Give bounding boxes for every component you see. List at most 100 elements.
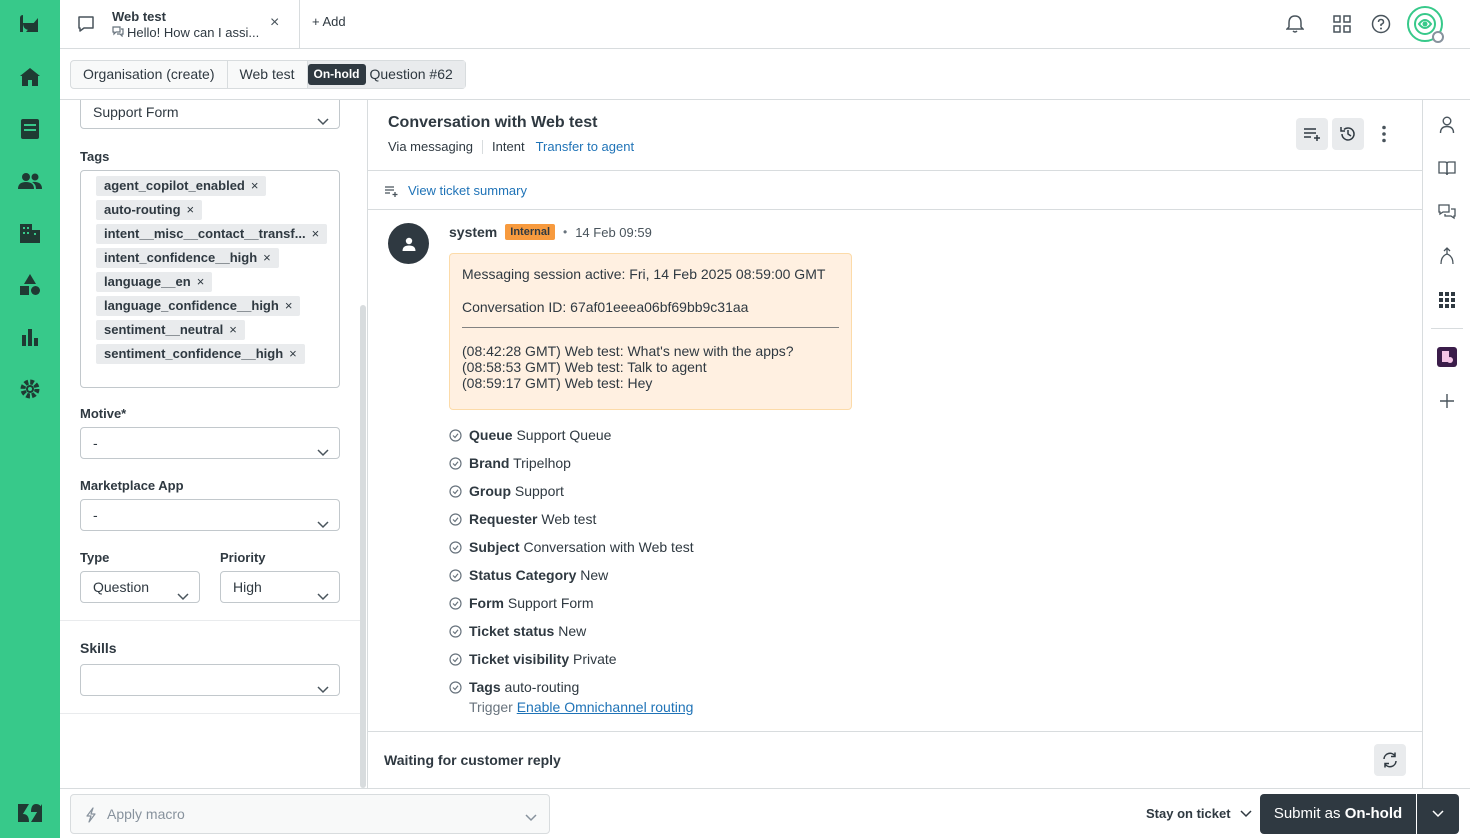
- help-icon[interactable]: [1369, 0, 1393, 48]
- submit-options-button[interactable]: [1417, 794, 1459, 834]
- message-header: system Internal • 14 Feb 09:59: [449, 224, 652, 240]
- apps-icon[interactable]: [1437, 290, 1457, 310]
- marketplace-select-value: -: [93, 507, 98, 523]
- submit-button[interactable]: Submit as On-hold: [1260, 794, 1416, 834]
- notifications-icon[interactable]: [1283, 0, 1307, 48]
- meta-separator: [482, 139, 484, 154]
- tag-remove-icon[interactable]: ×: [289, 346, 297, 361]
- organizations-icon[interactable]: [16, 219, 44, 247]
- views-icon[interactable]: [16, 115, 44, 143]
- product-tray-icon[interactable]: [1330, 0, 1354, 48]
- note-line: Messaging session active: Fri, 14 Feb 20…: [462, 266, 826, 282]
- tag-remove-icon[interactable]: ×: [312, 226, 320, 241]
- history-button[interactable]: [1332, 118, 1364, 150]
- motive-label: Motive*: [80, 406, 127, 421]
- note-divider: [462, 327, 839, 328]
- priority-select-value: High: [233, 579, 262, 595]
- add-icon[interactable]: [1437, 391, 1457, 411]
- top-bar: Web test Hello! How can I assi... × + Ad…: [60, 0, 1470, 49]
- skills-select[interactable]: [80, 664, 340, 696]
- stay-on-ticket-dropdown[interactable]: Stay on ticket: [1146, 806, 1252, 822]
- properties-scrollbar[interactable]: [360, 305, 366, 788]
- event-value: Support Form: [507, 595, 594, 611]
- summary-toggle-button[interactable]: [1296, 118, 1328, 150]
- tag: intent_confidence__high ×: [96, 248, 279, 268]
- event-value: Conversation with Web test: [523, 539, 694, 555]
- waiting-status-bar: Waiting for customer reply: [368, 731, 1422, 788]
- home-icon[interactable]: [16, 63, 44, 91]
- customers-icon[interactable]: [16, 167, 44, 195]
- section-divider: [60, 620, 360, 621]
- internal-note: Messaging session active: Fri, 14 Feb 20…: [449, 253, 852, 410]
- form-select-value: Support Form: [93, 104, 179, 120]
- conversations-icon[interactable]: [1437, 202, 1457, 222]
- transcript-line: (08:42:28 GMT) Web test: What's new with…: [462, 343, 794, 359]
- stay-on-ticket-label: Stay on ticket: [1146, 806, 1231, 821]
- motive-select-value: -: [93, 435, 98, 451]
- zendesk-logo-icon[interactable]: [16, 10, 44, 38]
- marketplace-label: Marketplace App: [80, 478, 184, 493]
- section-divider: [60, 713, 360, 714]
- ticket-summary-bar: View ticket summary: [368, 170, 1422, 210]
- event-value: Web test: [541, 511, 597, 527]
- note-line: Conversation ID: 67af01eeea06bf69bb9c31a…: [462, 299, 749, 315]
- check-circle-icon: [449, 513, 462, 529]
- app-integration-icon[interactable]: [1437, 347, 1457, 367]
- trigger-link[interactable]: Enable Omnichannel routing: [517, 699, 694, 715]
- breadcrumb-bar: Organisation (create) Web test On-hold Q…: [60, 49, 1470, 100]
- tag-remove-icon[interactable]: ×: [197, 274, 205, 289]
- tag: sentiment__neutral ×: [96, 320, 245, 340]
- user-avatar[interactable]: [1407, 6, 1444, 43]
- intent-value-link[interactable]: Transfer to agent: [536, 139, 635, 154]
- check-circle-icon: [449, 681, 462, 697]
- event-key: Tags: [469, 679, 501, 695]
- breadcrumb-requester[interactable]: Web test: [228, 61, 308, 88]
- tag: sentiment_confidence__high ×: [96, 344, 305, 364]
- more-options-icon[interactable]: [1374, 124, 1394, 147]
- breadcrumb-organisation[interactable]: Organisation (create): [71, 61, 228, 88]
- ticket-tab[interactable]: Web test Hello! How can I assi... ×: [60, 0, 300, 48]
- tag-remove-icon[interactable]: ×: [251, 178, 259, 193]
- submit-prefix: Submit as: [1273, 805, 1341, 822]
- chevron-down-icon: [317, 107, 329, 137]
- breadcrumb-ticket[interactable]: On-hold Question #62: [307, 61, 465, 88]
- event-key: Group: [469, 483, 511, 499]
- motive-select[interactable]: -: [80, 427, 340, 459]
- conversation-meta: Via messaging Intent Transfer to agent: [388, 139, 634, 154]
- tag-remove-icon[interactable]: ×: [187, 202, 195, 217]
- priority-select[interactable]: High: [220, 571, 340, 603]
- priority-label: Priority: [220, 550, 266, 565]
- knowledge-icon[interactable]: [1437, 158, 1457, 178]
- add-tab-button[interactable]: + Add: [312, 14, 346, 29]
- tag-remove-icon[interactable]: ×: [229, 322, 237, 337]
- form-select[interactable]: Support Form: [80, 100, 340, 129]
- check-circle-icon: [449, 597, 462, 613]
- skills-label: Skills: [80, 640, 117, 656]
- type-select[interactable]: Question: [80, 571, 200, 603]
- left-nav: [0, 0, 60, 838]
- transfer-button[interactable]: [1374, 744, 1406, 776]
- intent-label: Intent: [492, 139, 525, 154]
- settings-icon[interactable]: [16, 375, 44, 403]
- merge-icon[interactable]: [1437, 246, 1457, 266]
- view-ticket-summary-link[interactable]: View ticket summary: [408, 183, 527, 198]
- admin-shapes-icon[interactable]: [16, 271, 44, 299]
- context-panel-rail: [1422, 100, 1470, 788]
- chevron-down-icon: [317, 582, 329, 612]
- lightning-icon: [85, 807, 97, 826]
- user-icon[interactable]: [1437, 115, 1457, 135]
- trigger-line: Trigger Enable Omnichannel routing: [469, 699, 693, 715]
- tag-text: language_confidence__high: [104, 298, 279, 313]
- zendesk-products-icon[interactable]: [16, 799, 44, 827]
- tags-input[interactable]: agent_copilot_enabled × auto-routing × int…: [80, 170, 340, 388]
- check-circle-icon: [449, 653, 462, 669]
- tab-close-icon[interactable]: ×: [270, 14, 279, 32]
- reporting-icon[interactable]: [16, 323, 44, 351]
- marketplace-select[interactable]: -: [80, 499, 340, 531]
- tag-remove-icon[interactable]: ×: [285, 298, 293, 313]
- apply-macro-select[interactable]: Apply macro: [70, 794, 550, 834]
- tag-remove-icon[interactable]: ×: [263, 250, 271, 265]
- check-circle-icon: [449, 429, 462, 445]
- tag: language__en ×: [96, 272, 213, 292]
- chevron-down-icon: [1432, 810, 1444, 818]
